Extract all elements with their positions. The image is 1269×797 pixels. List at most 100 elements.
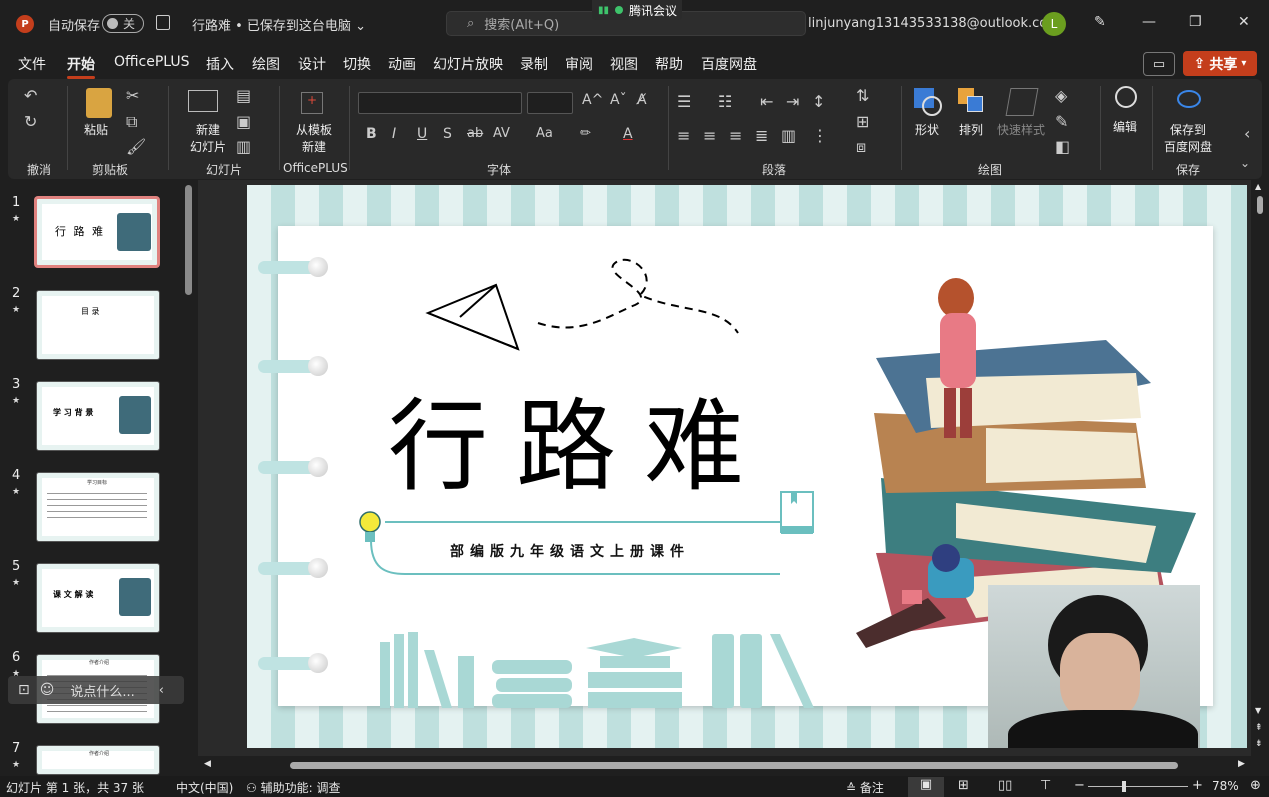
paste-icon[interactable] [86,88,112,118]
meeting-chat-bar[interactable]: ⊡ ☺ 说点什么... ‹ [8,676,184,704]
font-family-select[interactable] [358,92,522,114]
bullets-icon[interactable]: ☰ [677,92,691,111]
align-text-icon[interactable]: ⋮ [812,126,828,145]
shapes-button[interactable]: 形状 [915,121,939,138]
language-indicator[interactable]: 中文(中国) [176,779,233,796]
layout-icon[interactable]: ▤ [236,86,251,105]
tab-officeplus[interactable]: OfficePLUS [114,54,190,70]
font-size-select[interactable] [527,92,573,114]
new-slide-icon[interactable] [188,90,218,112]
slide-thumbnail[interactable]: 学习目标 [36,472,160,542]
font-color-icon[interactable]: A [623,126,633,142]
slideshow-view-icon[interactable]: ⊤ [1040,778,1051,793]
shape-effects-icon[interactable]: ◧ [1055,137,1070,156]
scroll-thumb[interactable] [290,762,1178,769]
shape-outline-icon[interactable]: ✎ [1055,112,1068,131]
line-spacing-icon[interactable]: ↕ [812,92,825,111]
slide-thumbnail[interactable]: 目 录 [36,290,160,360]
slide-thumbnail[interactable]: 作者介绍 [36,745,160,775]
tab-baidu-netdisk[interactable]: 百度网盘 [701,54,757,74]
comments-button[interactable]: ▭ [1143,52,1175,76]
document-title[interactable]: 行路难 • 已保存到这台电脑 ⌄ [192,15,366,34]
reset-icon[interactable]: ▣ [236,112,251,131]
save-baidu-button[interactable]: 保存到 百度网盘 [1164,121,1212,155]
tab-draw[interactable]: 绘图 [252,54,280,74]
undo-icon[interactable]: ↶ [24,86,37,105]
align-right-icon[interactable]: ≡ [729,126,742,145]
tab-transitions[interactable]: 切换 [343,54,371,74]
smartart-icon[interactable]: ⧈ [856,137,866,157]
from-template-button[interactable]: 从模板 新建 [296,121,332,155]
bold-icon[interactable]: B [366,126,377,142]
columns-icon[interactable]: ▥ [781,126,796,145]
section-icon[interactable]: ▥ [236,137,251,156]
tab-file[interactable]: 文件 [18,54,46,74]
zoom-slider[interactable] [1088,786,1188,787]
search-icon[interactable] [1115,86,1137,108]
scroll-left-icon[interactable]: ◀ [204,759,211,769]
chat-input[interactable]: 说点什么... [70,681,134,700]
shrink-font-icon[interactable]: Aˇ [610,92,627,108]
accessibility-status[interactable]: ⚇ 辅助功能: 调查 [246,779,340,796]
scroll-up-icon[interactable]: ▲ [1255,182,1261,191]
slide-subtitle[interactable]: 部编版九年级语文上册课件 [450,541,690,561]
justify-icon[interactable]: ≣ [755,126,768,145]
tab-record[interactable]: 录制 [520,54,548,74]
reading-view-icon[interactable]: ▯▯ [998,778,1012,793]
cut-icon[interactable]: ✂ [126,86,139,105]
zoom-in-icon[interactable]: + [1192,778,1203,793]
numbering-icon[interactable]: ☷ [718,92,732,111]
slide-sorter-icon[interactable]: ⊞ [958,778,969,793]
edit-button[interactable]: 编辑 [1113,118,1137,135]
increase-indent-icon[interactable]: ⇥ [786,92,799,111]
arrange-button[interactable]: 排列 [959,121,983,138]
zoom-slider-thumb[interactable] [1122,781,1126,792]
chevron-left-icon[interactable]: ‹ [159,683,164,698]
paste-button[interactable]: 粘贴 [84,121,108,138]
tab-insert[interactable]: 插入 [206,54,234,74]
horizontal-scrollbar[interactable]: ◀ ▶ [198,756,1251,776]
avatar[interactable]: L [1042,12,1066,36]
quick-styles-icon[interactable] [1005,88,1039,116]
slide-thumbnail[interactable]: 学 习 背 景 [36,381,160,451]
scroll-right-icon[interactable]: ▶ [1238,759,1245,769]
tab-home[interactable]: 开始 [67,54,95,79]
slide-thumbnail[interactable]: 行 路 难 [35,197,159,267]
decrease-indent-icon[interactable]: ⇤ [760,92,773,111]
tab-view[interactable]: 视图 [610,54,638,74]
redo-icon[interactable]: ↻ [24,112,37,131]
restore-icon[interactable]: ❐ [1189,14,1202,30]
char-spacing-icon[interactable]: AV [493,126,510,141]
account-email[interactable]: linjunyang13143533138@outlook.com [808,16,1060,31]
quick-styles-button[interactable]: 快速样式 [997,121,1045,138]
copy-icon[interactable]: ⧉ [126,112,137,132]
align-left-icon[interactable]: ≡ [677,126,690,145]
scroll-thumb[interactable] [1257,196,1263,214]
chevron-left-icon[interactable]: ‹ [1244,124,1250,143]
clear-format-icon[interactable]: A̸ [637,92,647,108]
zoom-level[interactable]: 78% [1212,779,1239,793]
meeting-indicator[interactable]: ▮▮ 腾讯会议 [592,0,682,20]
emoji-icon[interactable]: ☺ [40,682,55,698]
tab-help[interactable]: 帮助 [655,54,683,74]
tab-review[interactable]: 审阅 [565,54,593,74]
save-icon[interactable] [156,15,170,30]
tab-slideshow[interactable]: 幻灯片放映 [433,54,503,74]
normal-view-icon[interactable]: ▣ [908,777,944,797]
slide-thumbnail[interactable]: 课 文 解 读 [36,563,160,633]
zoom-out-icon[interactable]: − [1074,778,1085,793]
italic-icon[interactable]: I [392,126,396,142]
baidu-netdisk-icon[interactable] [1177,90,1201,108]
template-icon[interactable]: + [301,92,323,114]
shape-fill-icon[interactable]: ◈ [1055,86,1067,105]
participant-icon[interactable]: ⊡ [18,682,30,698]
previous-slide-icon[interactable]: ⇞ [1255,723,1263,733]
close-icon[interactable]: ✕ [1238,14,1250,30]
fit-to-window-icon[interactable]: ⊕ [1250,778,1261,793]
grow-font-icon[interactable]: A^ [582,92,603,108]
share-button[interactable]: ⇪ 共享 ▾ [1183,51,1257,76]
pen-icon[interactable]: ✎ [1094,14,1106,30]
shadow-icon[interactable]: S [443,126,452,142]
new-slide-button[interactable]: 新建 幻灯片 [190,121,226,155]
scroll-down-icon[interactable]: ▼ [1255,706,1261,715]
